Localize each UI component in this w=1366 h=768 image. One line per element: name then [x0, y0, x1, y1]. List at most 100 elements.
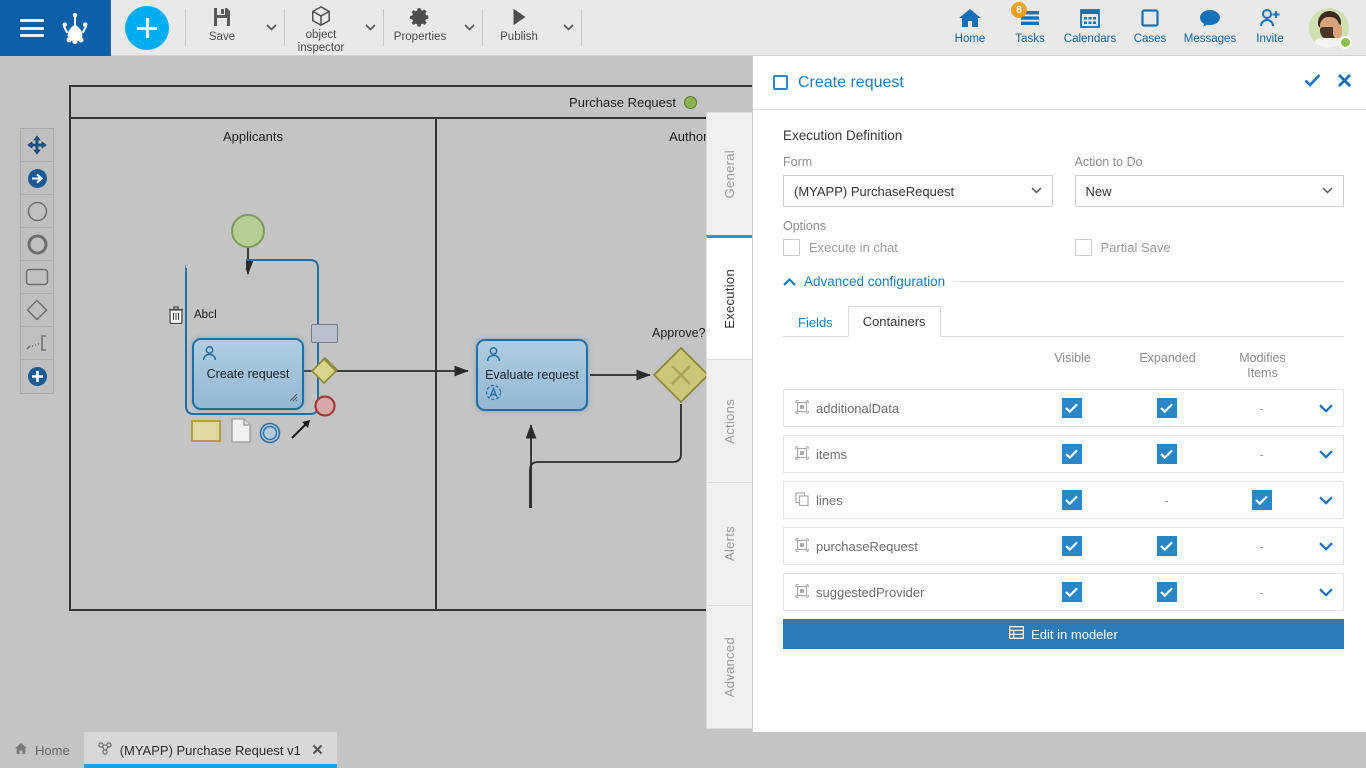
check-icon[interactable] — [1304, 73, 1321, 92]
cell-visible[interactable] — [1024, 490, 1119, 510]
tab-containers[interactable]: Containers — [847, 306, 941, 337]
advanced-configuration-link[interactable]: Advanced configuration — [804, 274, 945, 289]
cell-expanded[interactable] — [1119, 582, 1214, 602]
palette-gateway-tool[interactable] — [21, 294, 53, 327]
option-partial-save[interactable]: Partial Save — [1074, 239, 1345, 256]
selection-document-button[interactable] — [231, 418, 251, 448]
expanded-checkbox[interactable] — [1156, 398, 1177, 418]
edit-in-modeler-button[interactable]: Edit in modeler — [783, 619, 1344, 649]
cell-visible[interactable] — [1024, 398, 1119, 418]
visible-checkbox[interactable] — [1061, 398, 1082, 418]
selection-end-event-button[interactable] — [313, 394, 337, 423]
visible-checkbox[interactable] — [1061, 536, 1082, 556]
expanded-checkbox[interactable] — [1156, 444, 1177, 464]
table-row[interactable]: purchaseRequest - — [783, 527, 1344, 565]
save-dropdown-caret[interactable] — [258, 0, 284, 55]
row-expand-caret[interactable] — [1309, 403, 1343, 413]
row-expand-caret[interactable] — [1309, 541, 1343, 551]
vtab-advanced[interactable]: Advanced — [706, 605, 752, 729]
nav-item-calendars[interactable]: Calendars — [1060, 0, 1120, 55]
table-row[interactable]: suggestedProvider - — [783, 573, 1344, 611]
bpmn-gateway-inline[interactable] — [310, 357, 338, 390]
connector-arrow-icon — [291, 420, 310, 439]
save-button[interactable]: Save — [186, 0, 258, 55]
nav-item-cases[interactable]: Cases — [1120, 0, 1180, 55]
invite-person-plus-icon — [1257, 6, 1283, 30]
gear-icon — [409, 5, 431, 29]
vtab-general[interactable]: General — [706, 112, 752, 236]
selection-intermediate-event-button[interactable] — [259, 422, 281, 449]
selection-rename-button[interactable]: AbcI — [194, 309, 217, 321]
nav-item-tasks[interactable]: 8 Tasks — [1000, 0, 1060, 55]
visible-checkbox[interactable] — [1061, 582, 1082, 602]
bizagi-frog-logo[interactable] — [58, 11, 92, 45]
row-expand-caret[interactable] — [1309, 495, 1343, 505]
object-inspector-dropdown-caret[interactable] — [357, 0, 383, 55]
publish-dropdown-caret[interactable] — [555, 0, 581, 55]
execute-in-chat-checkbox[interactable] — [783, 239, 800, 256]
table-row[interactable]: lines - — [783, 481, 1344, 519]
bpmn-task-create-request[interactable]: Create request — [192, 338, 304, 410]
palette-sequence-flow-tool[interactable] — [21, 162, 53, 195]
object-inspector-button[interactable]: object inspector — [285, 0, 357, 55]
cell-visible[interactable] — [1024, 582, 1119, 602]
option-execute-in-chat[interactable]: Execute in chat — [783, 239, 1053, 256]
selection-connector-button[interactable] — [288, 416, 314, 447]
visible-checkbox[interactable] — [1061, 490, 1082, 510]
cell-visible[interactable] — [1024, 444, 1119, 464]
cell-expanded[interactable] — [1119, 536, 1214, 556]
selection-task-shape-button[interactable] — [311, 324, 338, 343]
publish-button[interactable]: Publish — [483, 0, 555, 55]
bpmn-task-evaluate-request[interactable]: Evaluate request — [476, 339, 588, 411]
form-select[interactable]: (MYAPP) PurchaseRequest — [783, 175, 1053, 207]
new-item-button[interactable] — [125, 6, 169, 50]
properties-dropdown-caret[interactable] — [456, 0, 482, 55]
selection-delete-button[interactable] — [168, 306, 184, 329]
palette-start-event-tool[interactable] — [21, 195, 53, 228]
divider — [953, 281, 1344, 282]
row-expand-caret[interactable] — [1309, 587, 1343, 597]
selection-note-button[interactable] — [191, 420, 221, 442]
avatar[interactable] — [1300, 0, 1358, 55]
bpmn-start-event[interactable] — [231, 214, 265, 248]
palette-end-event-tool[interactable] — [21, 228, 53, 261]
resize-handle-icon[interactable] — [289, 391, 298, 405]
palette-pan-tool[interactable] — [21, 129, 53, 162]
row-expand-caret[interactable] — [1309, 449, 1343, 459]
bottom-tab-home[interactable]: Home — [0, 732, 84, 768]
palette-artifact-tool[interactable] — [21, 327, 53, 360]
bpmn-gateway-approve[interactable] — [651, 345, 711, 410]
vtab-execution[interactable]: Execution — [706, 235, 752, 360]
palette-task-tool[interactable] — [21, 261, 53, 294]
nav-item-invite[interactable]: Invite — [1240, 0, 1300, 55]
panel-title-checkbox[interactable] — [773, 75, 788, 90]
move-cross-icon — [27, 135, 47, 155]
visible-checkbox[interactable] — [1061, 444, 1082, 464]
bottom-tab-purchase-request[interactable]: (MYAPP) Purchase Request v1 — [83, 732, 337, 768]
table-row[interactable]: items - — [783, 435, 1344, 473]
cell-expanded[interactable] — [1119, 398, 1214, 418]
hamburger-menu-icon[interactable] — [19, 19, 44, 37]
play-triangle-icon — [508, 5, 530, 29]
cell-modifies-items[interactable] — [1214, 490, 1309, 510]
properties-button[interactable]: Properties — [384, 0, 456, 55]
action-select[interactable]: New — [1074, 175, 1344, 207]
partial-save-checkbox[interactable] — [1074, 239, 1092, 256]
vtab-alerts[interactable]: Alerts — [706, 482, 752, 606]
modifies-items-checkbox[interactable] — [1251, 490, 1272, 510]
nav-item-home[interactable]: Home — [940, 0, 1000, 55]
close-x-icon[interactable] — [1337, 73, 1352, 93]
row-label: lines — [816, 492, 843, 508]
palette-add-element-tool[interactable] — [21, 360, 53, 393]
chevron-up-icon[interactable] — [783, 277, 796, 286]
tab-fields[interactable]: Fields — [783, 307, 848, 337]
cell-expanded[interactable] — [1119, 444, 1214, 464]
close-x-icon[interactable] — [312, 743, 323, 758]
options-label: Options — [783, 219, 827, 233]
vtab-actions[interactable]: Actions — [706, 359, 752, 483]
expanded-checkbox[interactable] — [1156, 536, 1177, 556]
cell-visible[interactable] — [1024, 536, 1119, 556]
table-row[interactable]: additionalData - — [783, 389, 1344, 427]
nav-item-messages[interactable]: Messages — [1180, 0, 1240, 55]
expanded-checkbox[interactable] — [1156, 582, 1177, 602]
